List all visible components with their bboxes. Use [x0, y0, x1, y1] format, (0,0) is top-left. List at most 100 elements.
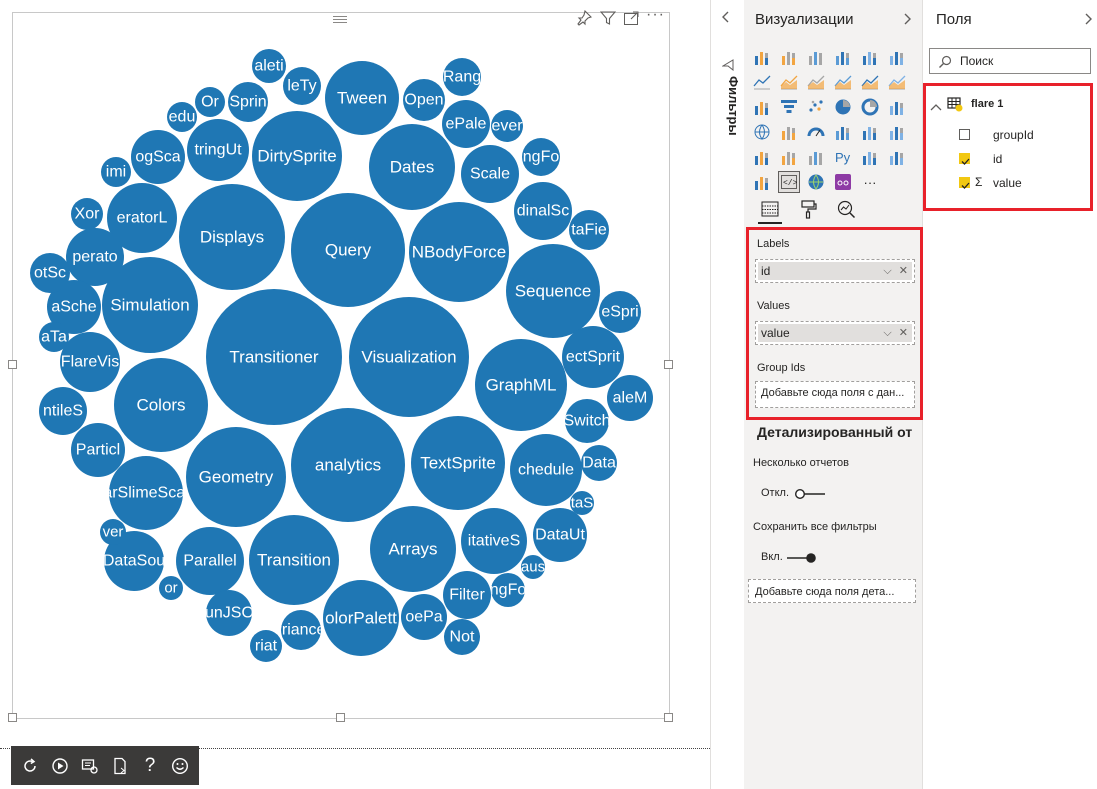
bubble[interactable]: riat: [250, 630, 282, 662]
filters-pane-collapsed[interactable]: Фильтры: [710, 0, 745, 789]
values-well[interactable]: value ⌵ ✕: [755, 321, 915, 345]
collapse-visualizations-chevron-icon[interactable]: [902, 12, 912, 29]
bubble[interactable]: Colors: [114, 358, 208, 452]
bubble[interactable]: OunJSON: [193, 590, 266, 636]
bubble[interactable]: or: [159, 576, 183, 600]
bubble[interactable]: dinalSc: [514, 182, 572, 240]
bubble[interactable]: Xor: [71, 198, 103, 230]
labels-field-pill[interactable]: id ⌵ ✕: [758, 262, 912, 280]
resize-handle-right-mid[interactable]: [664, 360, 673, 369]
funnel-icon[interactable]: [779, 97, 799, 117]
bubble[interactable]: Open: [403, 79, 445, 121]
group-ids-well[interactable]: Добавьте сюда поля с дан...: [755, 381, 915, 408]
globe-visual-icon[interactable]: [806, 172, 826, 192]
drag-grip-icon[interactable]: [333, 14, 347, 24]
labels-well[interactable]: id ⌵ ✕: [755, 259, 915, 283]
stacked-bar-icon[interactable]: [752, 47, 772, 67]
bubble[interactable]: Geometry: [186, 427, 286, 527]
bubble[interactable]: Arrays: [370, 506, 456, 592]
bubble[interactable]: chedule: [510, 434, 582, 506]
analytics-magnifier-icon[interactable]: [834, 196, 858, 222]
pin-visual-icon[interactable]: [576, 9, 593, 29]
refresh-icon[interactable]: [18, 754, 42, 778]
bubble[interactable]: Query: [291, 193, 405, 307]
bubble[interactable]: aTa: [39, 322, 69, 352]
values-field-pill[interactable]: value ⌵ ✕: [758, 324, 912, 342]
bubble[interactable]: aus: [521, 555, 545, 579]
bubble[interactable]: DataUt: [533, 508, 587, 562]
decomposition-tree-icon[interactable]: [887, 147, 907, 167]
bubble[interactable]: oePa: [401, 594, 447, 640]
key-influencers-icon[interactable]: [860, 147, 880, 167]
line-column-icon[interactable]: [833, 72, 853, 92]
filter-visual-icon[interactable]: [599, 10, 617, 29]
chevron-down-icon[interactable]: ⌵: [883, 327, 891, 339]
help-icon[interactable]: ?: [138, 754, 162, 778]
collapse-table-chevron-icon[interactable]: [930, 100, 942, 114]
field-name-id[interactable]: id: [993, 152, 1002, 166]
bubble[interactable]: perato: [66, 228, 124, 286]
line-clustered-icon[interactable]: [860, 72, 880, 92]
bubble[interactable]: aleti: [252, 49, 286, 83]
remove-field-icon[interactable]: ✕: [899, 327, 908, 339]
bubble[interactable]: ectSprit: [562, 326, 624, 388]
bubble[interactable]: ngFo: [522, 138, 560, 176]
feedback-smiley-icon[interactable]: [168, 754, 192, 778]
bubble[interactable]: ever: [491, 110, 523, 142]
treemap-icon[interactable]: [887, 97, 907, 117]
resize-handle-bottom-mid[interactable]: [336, 713, 345, 722]
bubble[interactable]: GraphML: [475, 339, 567, 431]
remove-field-icon[interactable]: ✕: [899, 265, 908, 277]
bubble[interactable]: Particl: [71, 423, 125, 477]
bubble[interactable]: Transitioner: [206, 289, 342, 425]
line-chart-icon[interactable]: [752, 72, 772, 92]
bubble[interactable]: NBodyForce: [409, 202, 509, 302]
area-chart-icon[interactable]: [779, 72, 799, 92]
play-icon[interactable]: [48, 754, 72, 778]
bubble[interactable]: Sprin: [228, 82, 268, 122]
bubble[interactable]: Not: [444, 619, 480, 655]
collapse-fields-chevron-icon[interactable]: [1083, 12, 1093, 29]
bubble[interactable]: taFie: [569, 210, 609, 250]
bubble[interactable]: Scale: [461, 145, 519, 203]
python-visual-icon[interactable]: Py: [833, 147, 853, 167]
matrix-icon[interactable]: [806, 147, 826, 167]
script-visual-icon[interactable]: </>: [778, 171, 800, 193]
bubble[interactable]: rriance: [277, 610, 326, 650]
bubble[interactable]: ngFo: [490, 573, 527, 607]
bubble[interactable]: Transition: [249, 515, 339, 605]
custom-visual-icon[interactable]: [833, 172, 853, 192]
map-icon[interactable]: [752, 122, 772, 142]
pie-chart-icon[interactable]: [833, 97, 853, 117]
bubble[interactable]: TextSprite: [411, 416, 505, 510]
100-column-icon[interactable]: [887, 47, 907, 67]
resize-handle-left-mid[interactable]: [8, 360, 17, 369]
bubble[interactable]: FlareVis: [60, 332, 120, 392]
waterfall-icon[interactable]: [752, 97, 772, 117]
bubble[interactable]: edu: [167, 102, 197, 132]
multirow-card-icon[interactable]: [860, 122, 880, 142]
bubble[interactable]: itativeS: [461, 508, 527, 574]
bubble[interactable]: taS: [570, 491, 594, 515]
multi-reports-toggle[interactable]: [793, 487, 825, 500]
bubble[interactable]: ntileS: [39, 387, 87, 435]
bubble[interactable]: analytics: [291, 408, 405, 522]
chevron-down-icon[interactable]: ⌵: [883, 265, 891, 277]
ribbon-chart-icon[interactable]: [887, 72, 907, 92]
slicer-icon[interactable]: [752, 147, 772, 167]
100-bar-icon[interactable]: [860, 47, 880, 67]
bubble[interactable]: Parallel: [176, 527, 244, 595]
bubble[interactable]: Rang: [443, 58, 481, 96]
new-page-icon[interactable]: [108, 754, 132, 778]
clustered-bar-icon[interactable]: [806, 47, 826, 67]
bubble[interactable]: leTy: [283, 67, 321, 105]
bubble[interactable]: ver: [100, 519, 126, 545]
field-name-groupid[interactable]: groupId: [993, 128, 1034, 142]
stacked-column-icon[interactable]: [779, 47, 799, 67]
gauge-icon[interactable]: [806, 122, 826, 142]
clustered-column-icon[interactable]: [833, 47, 853, 67]
bubble[interactable]: Sequence: [506, 244, 600, 338]
bubble[interactable]: tringUt: [187, 119, 249, 181]
bubble[interactable]: DirtySprite: [252, 111, 342, 201]
bubble[interactable]: olorPalett: [323, 580, 399, 656]
